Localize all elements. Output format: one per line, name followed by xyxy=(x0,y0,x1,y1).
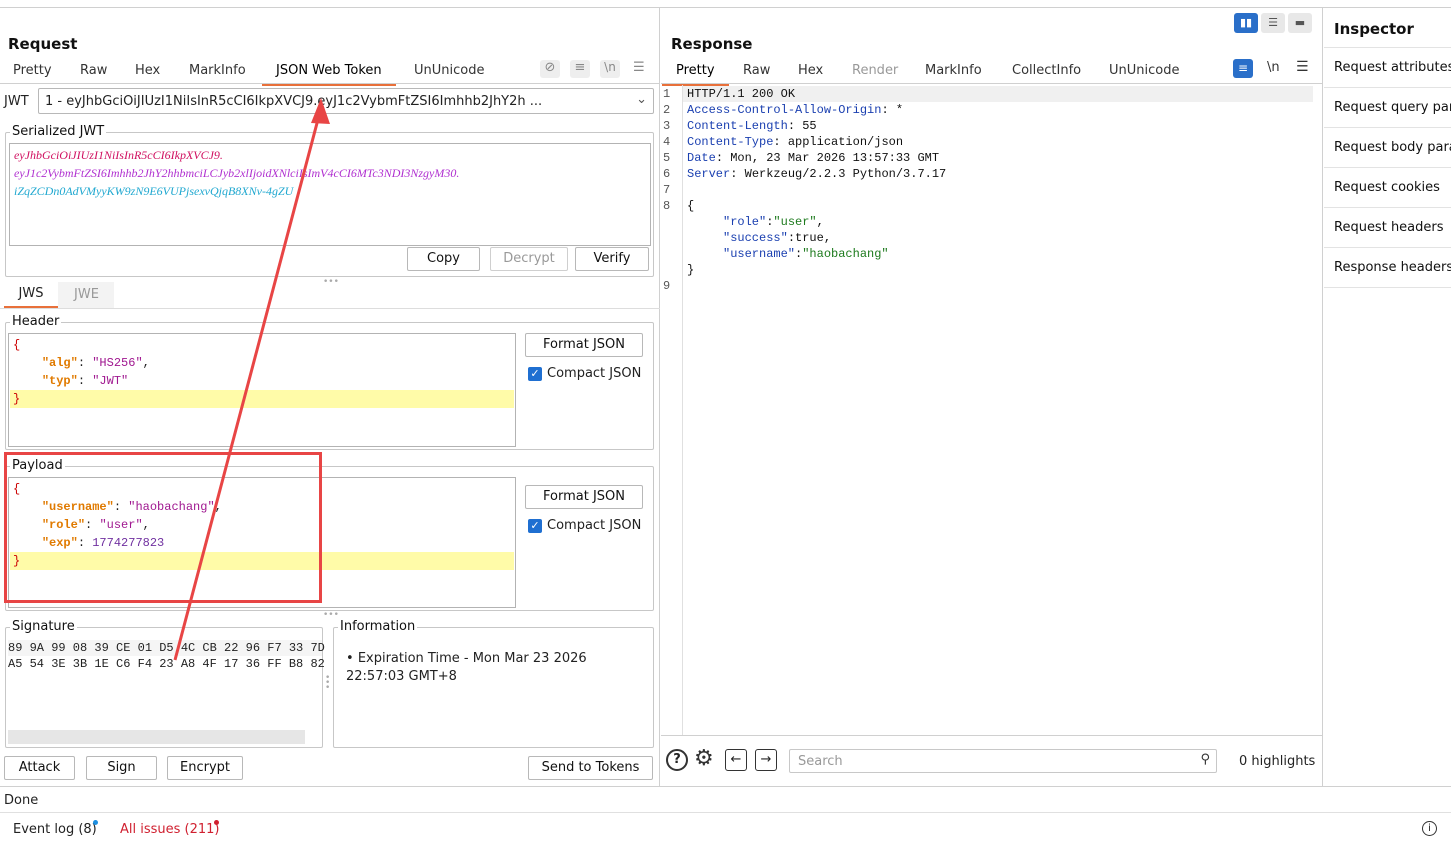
annotation-arrow xyxy=(173,98,330,661)
